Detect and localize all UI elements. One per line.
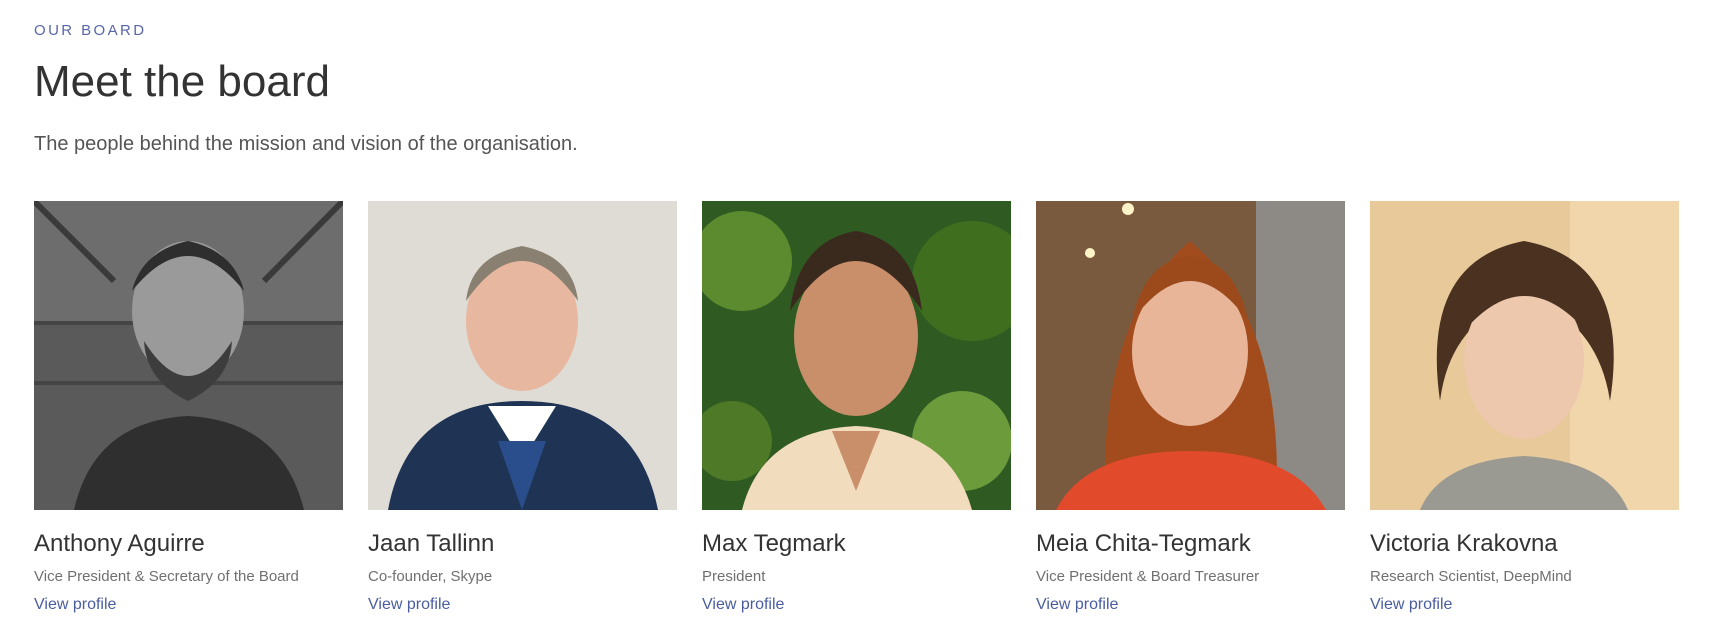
member-role: Co-founder, Skype [368, 568, 493, 585]
member-photo[interactable] [702, 201, 1011, 510]
member-name: Jaan Tallinn [368, 530, 495, 557]
portrait-image [1370, 201, 1679, 510]
member-name: Anthony Aguirre [34, 530, 205, 557]
view-profile-link[interactable]: View profile [34, 596, 116, 614]
page-title: Meet the board [34, 57, 330, 106]
member-name: Victoria Krakovna [1370, 530, 1558, 557]
view-profile-link[interactable]: View profile [702, 596, 784, 614]
board-member-card: Meia Chita-Tegmark Vice President & Boar… [1036, 201, 1345, 614]
member-role: Vice President & Secretary of the Board [34, 568, 299, 585]
member-role: Research Scientist, DeepMind [1370, 568, 1572, 585]
portrait-image [368, 201, 677, 510]
portrait-image [1036, 201, 1345, 510]
view-profile-link[interactable]: View profile [1036, 596, 1118, 614]
member-photo[interactable] [1036, 201, 1345, 510]
view-profile-link[interactable]: View profile [368, 596, 450, 614]
board-member-card: Anthony Aguirre Vice President & Secreta… [34, 201, 343, 614]
member-photo[interactable] [1370, 201, 1679, 510]
member-photo[interactable] [368, 201, 677, 510]
member-name: Meia Chita-Tegmark [1036, 530, 1251, 557]
member-role: President [702, 568, 766, 585]
board-grid: Anthony Aguirre Vice President & Secreta… [34, 201, 1694, 621]
section-eyebrow: OUR BOARD [34, 22, 147, 39]
section-subtitle: The people behind the mission and vision… [34, 133, 578, 155]
portrait-image [34, 201, 343, 510]
view-profile-link[interactable]: View profile [1370, 596, 1452, 614]
member-role: Vice President & Board Treasurer [1036, 568, 1260, 585]
board-member-card: Max Tegmark President View profile [702, 201, 1011, 614]
board-member-card: Victoria Krakovna Research Scientist, De… [1370, 201, 1679, 614]
portrait-image [702, 201, 1011, 510]
member-name: Max Tegmark [702, 530, 846, 557]
board-member-card: Jaan Tallinn Co-founder, Skype View prof… [368, 201, 677, 614]
member-photo[interactable] [34, 201, 343, 510]
